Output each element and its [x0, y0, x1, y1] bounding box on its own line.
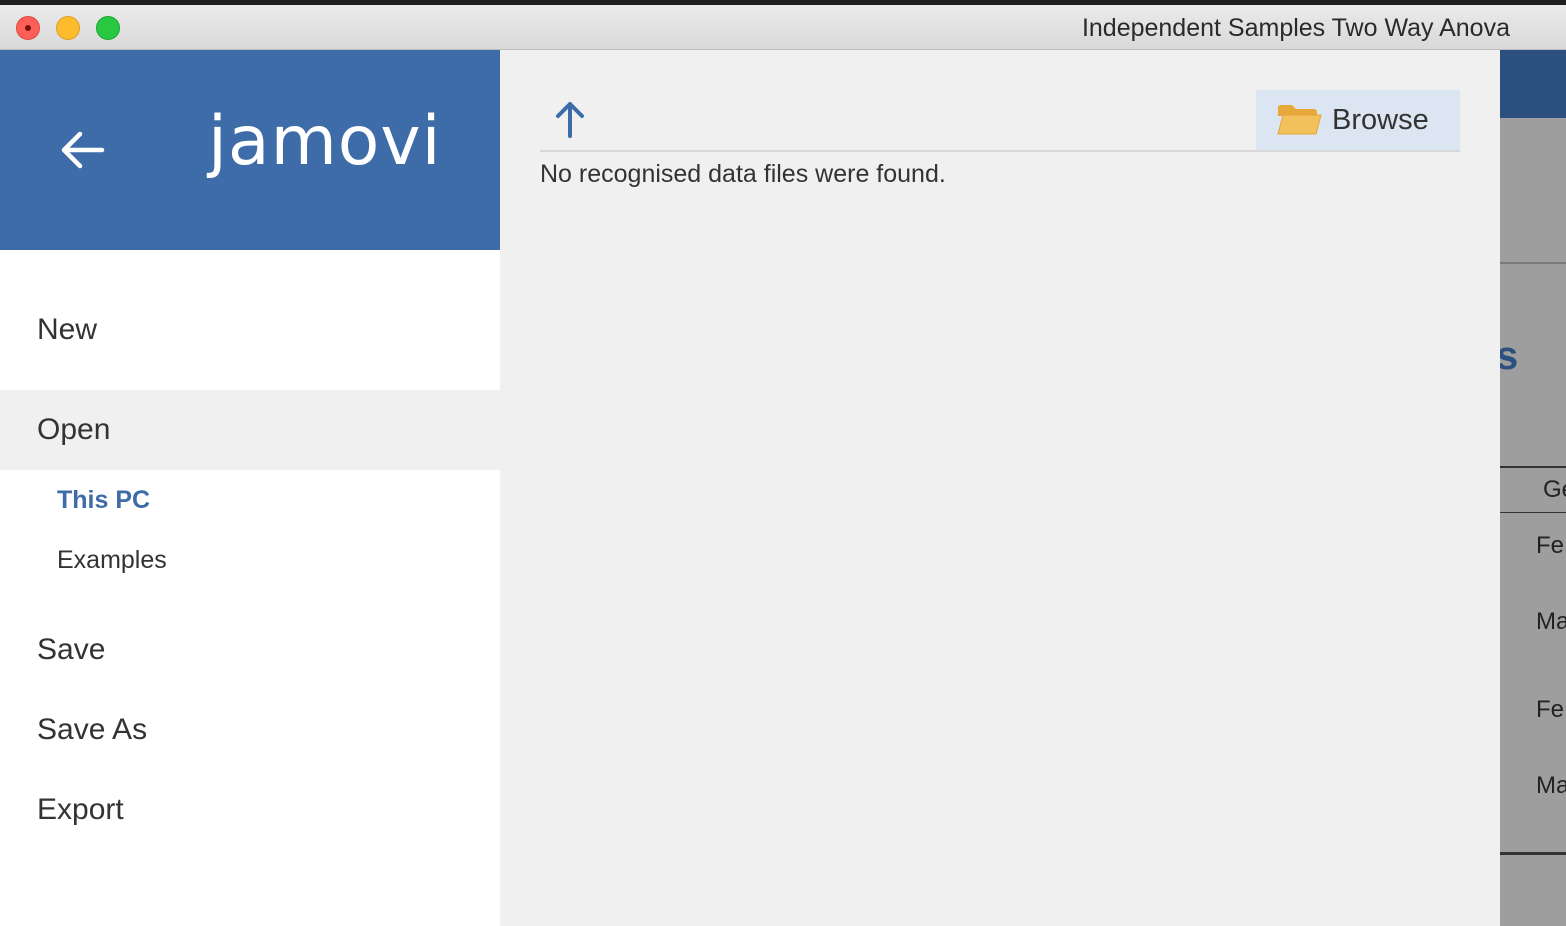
back-arrow-icon[interactable] — [58, 128, 106, 172]
file-menu-sidebar: jamovi New Open This PC Examples Save Sa… — [0, 50, 500, 926]
background-table-row: Fe — [1536, 532, 1565, 559]
background-table-row: Ma — [1536, 608, 1566, 635]
background-column-header: Ge — [1543, 476, 1566, 503]
background-table-row: Fe — [1536, 696, 1565, 723]
background-table-top-rule — [1500, 466, 1566, 468]
file-browser-panel: Browse No recognised data files were fou… — [500, 50, 1500, 926]
minimize-window-button[interactable] — [56, 16, 80, 40]
open-sub-this-pc[interactable]: This PC — [57, 486, 150, 515]
browse-label: Browse — [1332, 104, 1429, 136]
window-title: Independent Samples Two Way Anova — [1081, 14, 1510, 42]
background-heading: s — [1500, 334, 1519, 378]
background-table-bottom-rule — [1500, 852, 1566, 855]
menu-item-save[interactable]: Save — [0, 610, 500, 690]
brand-header: jamovi — [0, 50, 500, 250]
background-table-header-rule — [1500, 512, 1566, 513]
close-window-button[interactable] — [16, 16, 40, 40]
folder-icon — [1277, 105, 1322, 135]
up-arrow-icon[interactable] — [552, 98, 588, 140]
toolbar-divider — [540, 150, 1460, 152]
background-results-pane: s Ge Fe Ma Fe Ma — [1500, 50, 1566, 926]
background-table-row: Ma — [1536, 772, 1566, 799]
background-divider — [1500, 262, 1566, 264]
titlebar-top-edge — [0, 0, 1566, 5]
background-header-band — [1500, 50, 1566, 118]
browse-button[interactable]: Browse — [1256, 90, 1460, 151]
window-titlebar: Independent Samples Two Way Anova — [0, 0, 1566, 50]
open-sub-examples[interactable]: Examples — [57, 546, 167, 575]
menu-item-new[interactable]: New — [0, 290, 500, 370]
menu-item-save-as[interactable]: Save As — [0, 690, 500, 770]
zoom-window-button[interactable] — [96, 16, 120, 40]
empty-folder-message: No recognised data files were found. — [540, 160, 946, 188]
menu-item-open[interactable]: Open — [0, 390, 500, 470]
jamovi-logo: jamovi — [208, 102, 442, 181]
menu-item-export[interactable]: Export — [0, 770, 500, 850]
